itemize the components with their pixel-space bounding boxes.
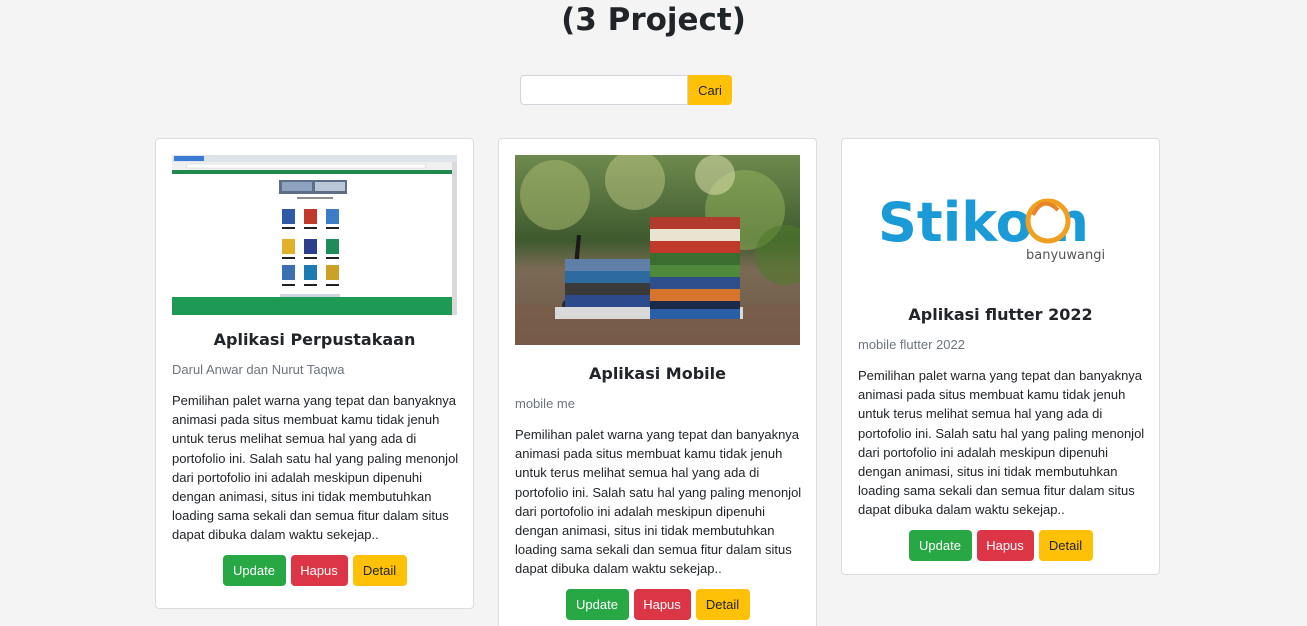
card-description: Pemilihan palet warna yang tepat dan ban… (858, 368, 1145, 518)
search-form: Cari (520, 75, 732, 105)
card-title: Aplikasi Perpustakaan (213, 330, 416, 349)
delete-button[interactable]: Hapus (633, 588, 691, 620)
delete-button[interactable]: Hapus (976, 529, 1034, 561)
card-subtitle: mobile me (515, 396, 575, 411)
logo-subtext: banyuwangi (1026, 248, 1105, 263)
card-description: Pemilihan palet warna yang tepat dan ban… (515, 427, 802, 577)
project-card: Aplikasi Mobile mobile me Pemilihan pale… (498, 138, 817, 626)
update-button[interactable]: Update (222, 554, 286, 586)
card-subtitle: Darul Anwar dan Nurut Taqwa (172, 362, 345, 377)
card-title: Aplikasi flutter 2022 (908, 305, 1093, 324)
detail-button[interactable]: Detail (352, 554, 407, 586)
card-actions: Update Hapus Detail (515, 588, 800, 620)
card-description: Pemilihan palet warna yang tepat dan ban… (172, 393, 459, 543)
update-button[interactable]: Update (565, 588, 629, 620)
project-card: Stikom banyuwangi Aplikasi flutter 2022 … (841, 138, 1160, 575)
card-subtitle: mobile flutter 2022 (858, 337, 965, 352)
project-card: Aplikasi Perpustakaan Darul Anwar dan Nu… (155, 138, 474, 609)
detail-button[interactable]: Detail (695, 588, 750, 620)
card-actions: Update Hapus Detail (858, 529, 1143, 561)
stikom-logo: Stikom banyuwangi (858, 155, 1143, 280)
card-actions: Update Hapus Detail (172, 554, 457, 586)
page-title: (3 Project) (561, 2, 746, 38)
search-input[interactable] (520, 75, 688, 105)
card-image-library-screenshot (172, 155, 457, 315)
card-title: Aplikasi Mobile (588, 364, 726, 383)
detail-button[interactable]: Detail (1038, 529, 1093, 561)
update-button[interactable]: Update (908, 529, 972, 561)
card-image-book-stack (515, 155, 800, 345)
search-button[interactable]: Cari (688, 75, 732, 105)
delete-button[interactable]: Hapus (290, 554, 348, 586)
